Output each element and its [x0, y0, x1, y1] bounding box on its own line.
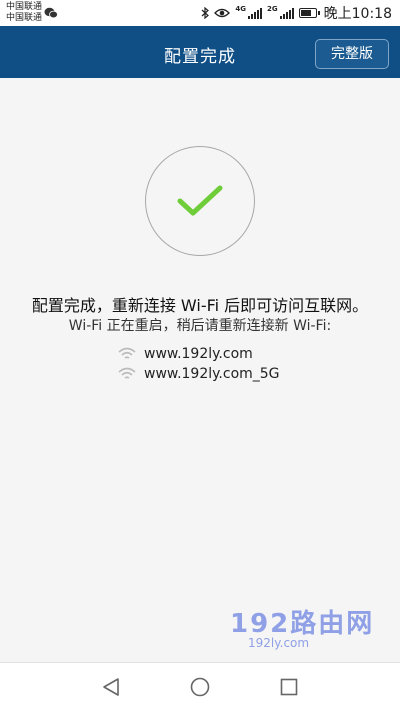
carrier-info: 中国联通 中国联通: [6, 2, 42, 24]
wifi-icon: [118, 367, 136, 379]
checkmark-icon: [177, 185, 223, 216]
carrier-label: 中国联通: [6, 13, 43, 23]
wechat-icon: [44, 7, 58, 19]
wifi-network-name: www.192ly.com: [144, 346, 253, 362]
recent-apps-icon[interactable]: [280, 678, 298, 696]
clock: 晚上10:18: [323, 6, 392, 22]
wifi-network-name: www.192ly.com_5G: [144, 366, 280, 382]
watermark-title: 192路由网: [230, 609, 375, 639]
wifi-network-item: www.192ly.com_5G: [118, 364, 280, 384]
status-bar: 中国联通 中国联通 4G 2G 晚上10:18: [0, 0, 400, 26]
wifi-icon: [118, 347, 136, 359]
watermark: 192路由网 192ly.com: [230, 603, 374, 650]
navigation-bar: [0, 662, 400, 712]
home-icon[interactable]: [190, 677, 210, 697]
success-indicator: [145, 146, 255, 256]
wifi-network-list: www.192ly.com www.192ly.com_5G: [118, 344, 280, 384]
network-type-label: 2G: [267, 5, 278, 13]
network-type-label: 4G: [235, 5, 247, 13]
app-header: 配置完成 完整版: [0, 26, 400, 78]
reconnect-instruction: Wi-Fi 正在重启，稍后请重新连接新 Wi-Fi:: [68, 318, 332, 334]
battery-level: [300, 10, 312, 16]
battery-icon: [298, 8, 320, 18]
signal-icon: [279, 7, 294, 19]
back-icon[interactable]: [102, 677, 120, 697]
carrier-label: 中国联通: [6, 2, 43, 12]
bluetooth-icon: [201, 7, 210, 19]
eye-icon: [214, 8, 231, 18]
full-version-button[interactable]: 完整版: [315, 39, 389, 69]
signal-icon: [248, 7, 263, 19]
wifi-network-item: www.192ly.com: [118, 344, 280, 364]
status-icons: 4G 2G 晚上10:18: [201, 4, 392, 22]
completion-message: 配置完成，重新连接 Wi-Fi 后即可访问互联网。: [31, 296, 369, 315]
